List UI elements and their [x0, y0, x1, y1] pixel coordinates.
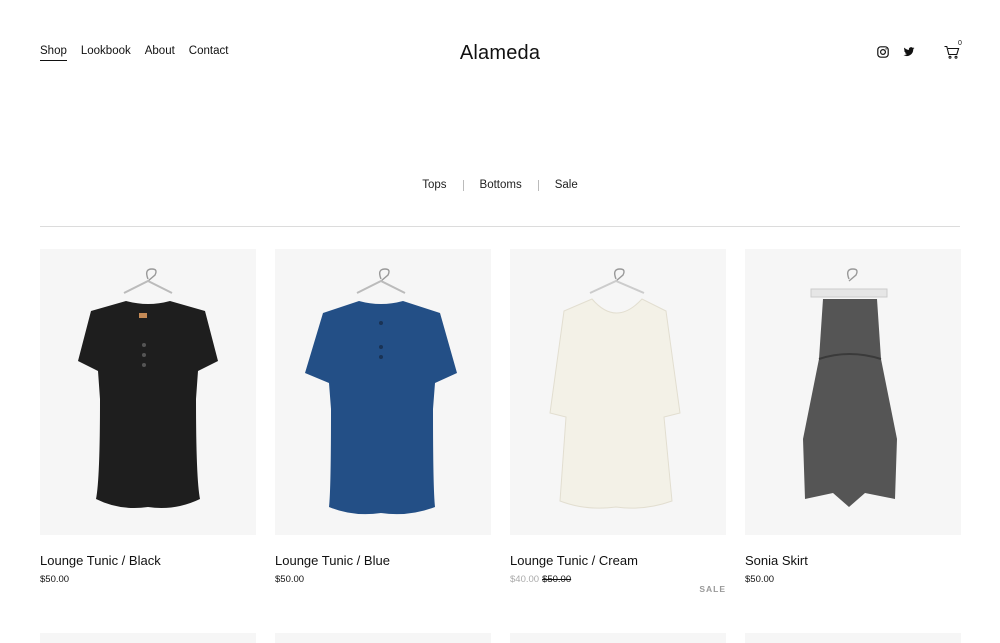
original-price: $50.00: [542, 574, 572, 585]
twitter-icon[interactable]: [903, 46, 915, 58]
product-image-placeholder[interactable]: [40, 633, 256, 643]
sale-badge: SALE: [699, 584, 726, 594]
product-name[interactable]: Lounge Tunic / Blue: [275, 553, 491, 568]
product-image[interactable]: [745, 249, 961, 535]
product-name[interactable]: Lounge Tunic / Black: [40, 553, 256, 568]
product-card[interactable]: Lounge Tunic / Cream $40.00 $50.00 SALE: [510, 249, 726, 594]
product-price: $50.00: [40, 574, 70, 585]
product-image[interactable]: [40, 249, 256, 535]
category-bottoms[interactable]: Bottoms: [464, 179, 538, 191]
category-tops[interactable]: Tops: [406, 179, 462, 191]
site-header: Shop Lookbook About Contact Alameda 0: [0, 0, 1000, 110]
section-divider: [40, 226, 960, 227]
product-image-placeholder[interactable]: [275, 633, 491, 643]
cart-count: 0: [958, 40, 962, 47]
product-grid-row-2: [40, 633, 961, 643]
product-image-placeholder[interactable]: [745, 633, 961, 643]
product-price: $40.00 $50.00: [510, 574, 726, 585]
product-card[interactable]: Sonia Skirt $50.00: [745, 249, 961, 585]
category-sale[interactable]: Sale: [539, 179, 594, 191]
product-image[interactable]: [510, 249, 726, 535]
product-name[interactable]: Sonia Skirt: [745, 553, 961, 568]
product-image-placeholder[interactable]: [510, 633, 726, 643]
product-price: $50.00: [745, 574, 775, 585]
instagram-icon[interactable]: [877, 46, 889, 58]
site-logo[interactable]: Alameda: [0, 42, 1000, 65]
product-image[interactable]: [275, 249, 491, 535]
product-card[interactable]: Lounge Tunic / Blue $50.00: [275, 249, 491, 585]
category-nav: Tops Bottoms Sale: [0, 179, 1000, 191]
product-name[interactable]: Lounge Tunic / Cream: [510, 553, 726, 568]
product-price: $50.00: [275, 574, 305, 585]
sale-price: $40.00: [510, 574, 540, 585]
social-links: [877, 46, 915, 58]
product-card[interactable]: Lounge Tunic / Black $50.00: [40, 249, 256, 585]
